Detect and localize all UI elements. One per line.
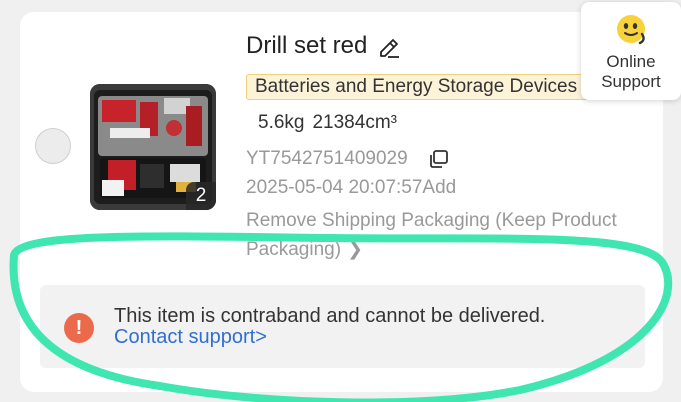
alert-message: This item is contraband and cannot be de… [114,305,546,327]
category-tag: Batteries and Energy Storage Devices [246,74,606,100]
support-label-line1: Online [606,52,656,71]
contact-support-link[interactable]: Contact support> [114,326,267,349]
support-label: Online Support [601,52,661,92]
image-count-badge: 2 [186,182,216,210]
service-option-text: Remove Shipping Packaging (Keep Product … [246,210,617,260]
weight-value: 5.6kg [258,112,305,133]
service-option-link[interactable]: Remove Shipping Packaging (Keep Product … [246,206,626,264]
support-face-icon [617,15,645,45]
contraband-alert: ! This item is contraband and cannot be … [40,285,645,368]
copy-icon[interactable] [428,149,450,169]
product-title: Drill set red [246,32,368,59]
product-title-row: Drill set red [246,32,401,60]
edit-icon[interactable] [377,34,401,58]
product-thumbnail[interactable]: 2 [90,84,216,210]
tracking-row: YT7542751409029 [246,148,450,170]
added-time: 2025-05-04 20:07:57Add [246,177,457,198]
warning-icon: ! [64,313,94,343]
volume-value: 21384cm³ [312,112,397,133]
online-support-widget[interactable]: Online Support [581,2,681,100]
chevron-right-icon: ❯ [347,239,363,260]
specs-row: 5.6kg 21384cm³ [258,112,397,134]
select-radio[interactable] [35,128,71,164]
tracking-number: YT7542751409029 [246,148,408,169]
support-label-line2: Support [601,72,661,91]
